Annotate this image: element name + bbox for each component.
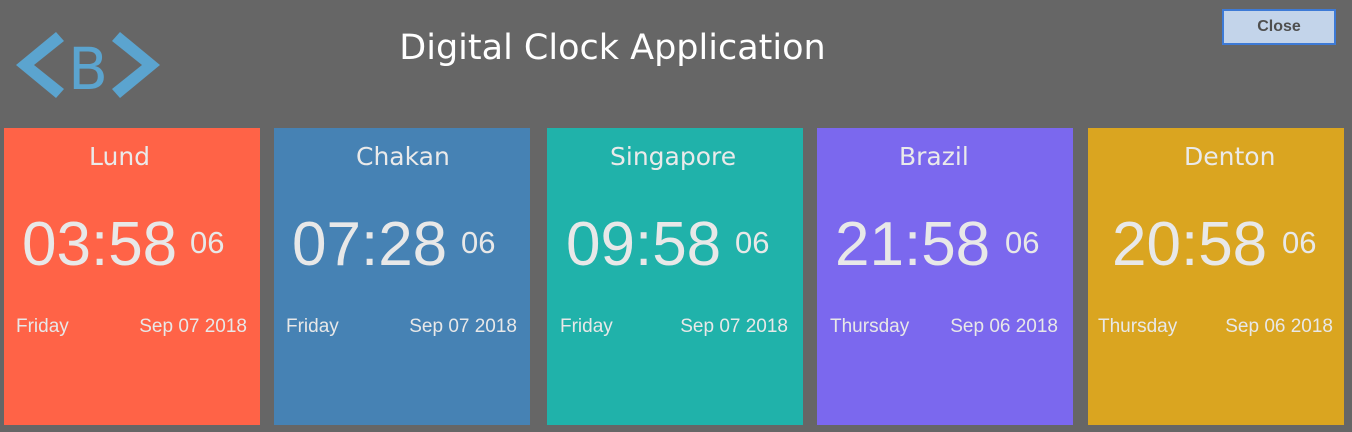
clock-card-singapore: Singapore 09:58 06 Friday Sep 07 2018 [547,128,803,425]
app-title: Digital Clock Application [399,28,826,68]
clock-card-lund: Lund 03:58 06 Friday Sep 07 2018 [4,128,260,425]
clock-card-brazil: Brazil 21:58 06 Thursday Sep 06 2018 [817,128,1073,425]
clock-date: Sep 07 2018 [139,316,247,337]
clock-time: 07:28 [292,210,448,279]
clock-date: Sep 06 2018 [1225,316,1333,337]
clock-day: Friday [16,316,69,337]
clock-seconds: 06 [1282,225,1317,260]
close-button[interactable]: Close [1222,9,1336,45]
clock-time: 09:58 [566,210,722,279]
city-name: Brazil [899,142,969,171]
app-logo: B [16,32,160,98]
clock-day: Thursday [830,316,910,337]
clock-seconds: 06 [735,225,770,260]
clock-date: Sep 07 2018 [409,316,517,337]
clock-time: 03:58 [22,210,178,279]
clock-card-chakan: Chakan 07:28 06 Friday Sep 07 2018 [274,128,530,425]
city-name: Chakan [356,142,450,171]
city-name: Lund [89,142,151,171]
clock-seconds: 06 [461,225,496,260]
logo-right-chevron [112,32,160,98]
city-name: Singapore [610,142,737,171]
clock-seconds: 06 [190,225,225,260]
clock-card-denton: Denton 20:58 06 Thursday Sep 06 2018 [1088,128,1344,425]
clock-date: Sep 07 2018 [680,316,788,337]
clock-time: 21:58 [835,210,991,279]
clock-date: Sep 06 2018 [950,316,1058,337]
clock-day: Thursday [1098,316,1178,337]
clock-seconds: 06 [1005,225,1040,260]
logo-left-chevron [16,32,64,98]
clock-time: 20:58 [1112,210,1268,279]
clock-day: Friday [560,316,613,337]
city-name: Denton [1184,142,1276,171]
logo-letter: B [68,35,108,98]
clock-day: Friday [286,316,339,337]
